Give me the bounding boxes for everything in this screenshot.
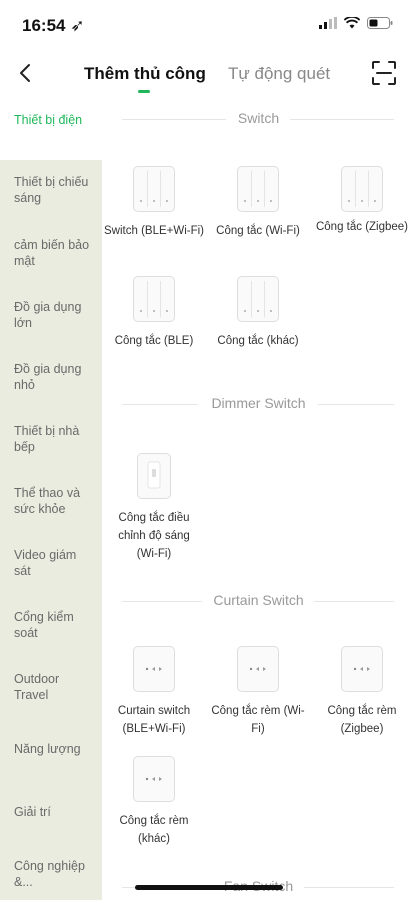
device-label: Công tắc (khác) [217,335,299,347]
scan-icon [372,61,396,85]
sidebar-item-gateway[interactable]: Cổng kiểm soát [0,609,102,641]
section-title-dimmer-switch: Dimmer Switch [102,395,415,415]
battery-icon [367,17,393,29]
device-curtain-wifi[interactable]: Công tắc rèm (Wi-Fi) [206,646,310,738]
sidebar-item-security-sensor[interactable]: cảm biến bảo mật [0,237,102,269]
device-dimmer-wifi[interactable]: Công tắc điều chỉnh độ sáng (Wi-Fi) [102,453,206,563]
sidebar-item-electrical[interactable]: Thiết bị điện [0,112,102,128]
device-label: Công tắc điều chỉnh độ sáng (Wi-Fi) [118,512,190,560]
chevron-left-icon [20,64,30,82]
device-switch-ble[interactable]: Công tắc (BLE) [102,276,206,350]
device-label: Curtain switch (BLE+Wi-Fi) [117,705,191,735]
device-curtain-other[interactable]: Công tắc rèm (khác) [102,756,206,848]
sidebar-item-outdoor-travel[interactable]: Outdoor Travel [0,671,102,703]
status-icons [319,17,393,29]
device-label: Công tắc (Zigbee) [315,221,409,233]
device-switch-other[interactable]: Công tắc (khác) [206,276,310,350]
status-bar: 16:54 ➶ [0,0,415,50]
device-label: Switch (BLE+Wi-Fi) [104,225,204,237]
three-gang-switch-icon [133,166,175,212]
sidebar-item-entertainment[interactable]: Giải trí [0,804,102,820]
curtain-switch-icon [133,646,175,692]
tab-manual-add[interactable]: Thêm thủ công [84,64,206,84]
sidebar-item-energy[interactable]: Năng lượng [0,741,102,757]
device-list: Switch Switch (BLE+Wi-Fi) Công tắc (Wi-F… [102,98,415,900]
scan-button[interactable] [371,60,397,86]
device-label: Công tắc rèm (Wi-Fi) [211,705,305,735]
sidebar-item-kitchen[interactable]: Thiết bị nhà bếp [0,423,102,455]
status-time: 16:54 ➶ [22,16,85,35]
device-label: Công tắc (BLE) [114,335,194,347]
home-indicator [135,885,283,890]
three-gang-switch-icon [341,166,383,212]
category-sidebar: Thiết bị điện Thiết bị chiếu sáng cảm bi… [0,98,102,900]
dimmer-switch-icon [137,453,171,499]
section-title-switch: Switch [102,110,415,130]
device-label: Công tắc rèm (khác) [119,815,189,845]
sidebar-item-industrial[interactable]: Công nghiệp &... [0,858,102,890]
sidebar-item-large-appliances[interactable]: Đồ gia dụng lớn [0,299,102,331]
sidebar-item-video-surveillance[interactable]: Video giám sát [0,547,102,579]
device-switch-ble-wifi[interactable]: Switch (BLE+Wi-Fi) [102,166,206,240]
curtain-switch-icon [133,756,175,802]
tab-auto-scan[interactable]: Tự động quét [228,64,330,84]
three-gang-switch-icon [133,276,175,322]
sidebar-item-small-appliances[interactable]: Đồ gia dụng nhỏ [0,361,102,393]
curtain-switch-icon [237,646,279,692]
device-curtain-ble-wifi[interactable]: Curtain switch (BLE+Wi-Fi) [102,646,206,738]
active-tab-indicator [138,90,150,93]
header: Thêm thủ công Tự động quét [0,50,415,98]
device-switch-wifi[interactable]: Công tắc (Wi-Fi) [206,166,310,240]
cellular-signal-icon [319,17,337,29]
device-curtain-zigbee[interactable]: Công tắc rèm (Zigbee) [310,646,414,738]
curtain-switch-icon [341,646,383,692]
wifi-icon [344,17,360,29]
device-label: Công tắc rèm (Zigbee) [327,705,397,735]
sidebar-item-sports-health[interactable]: Thể thao và sức khỏe [0,485,102,517]
three-gang-switch-icon [237,276,279,322]
three-gang-switch-icon [237,166,279,212]
back-button[interactable] [10,58,40,88]
sidebar-item-lighting[interactable]: Thiết bị chiếu sáng [0,174,102,206]
device-switch-zigbee[interactable]: Công tắc (Zigbee) [310,166,414,236]
section-title-curtain-switch: Curtain Switch [102,592,415,612]
device-label: Công tắc (Wi-Fi) [216,225,300,237]
sidebar-background [0,160,102,900]
